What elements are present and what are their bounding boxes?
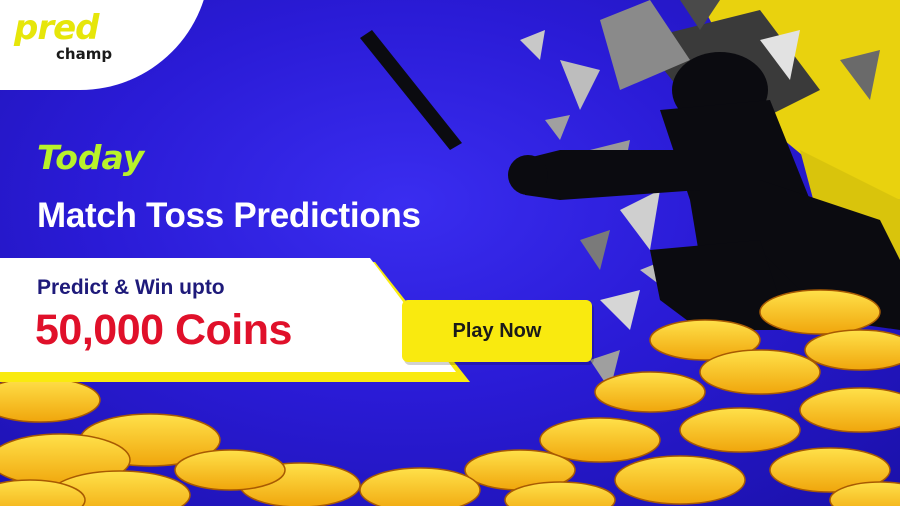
- logo-wordmark-pred: pred: [14, 8, 100, 48]
- play-now-button[interactable]: Play Now: [402, 300, 592, 362]
- eyebrow-today: Today: [37, 138, 145, 177]
- offer-subtitle: Predict & Win upto: [37, 276, 225, 299]
- brand-logo[interactable]: pred champ: [0, 0, 230, 92]
- page-title: Match Toss Predictions: [37, 196, 421, 235]
- promo-banner[interactable]: pred champ Today Match Toss Predictions …: [0, 0, 900, 506]
- logo-wordmark-champ: champ: [56, 45, 113, 63]
- offer-amount: 50,000 Coins: [35, 306, 292, 354]
